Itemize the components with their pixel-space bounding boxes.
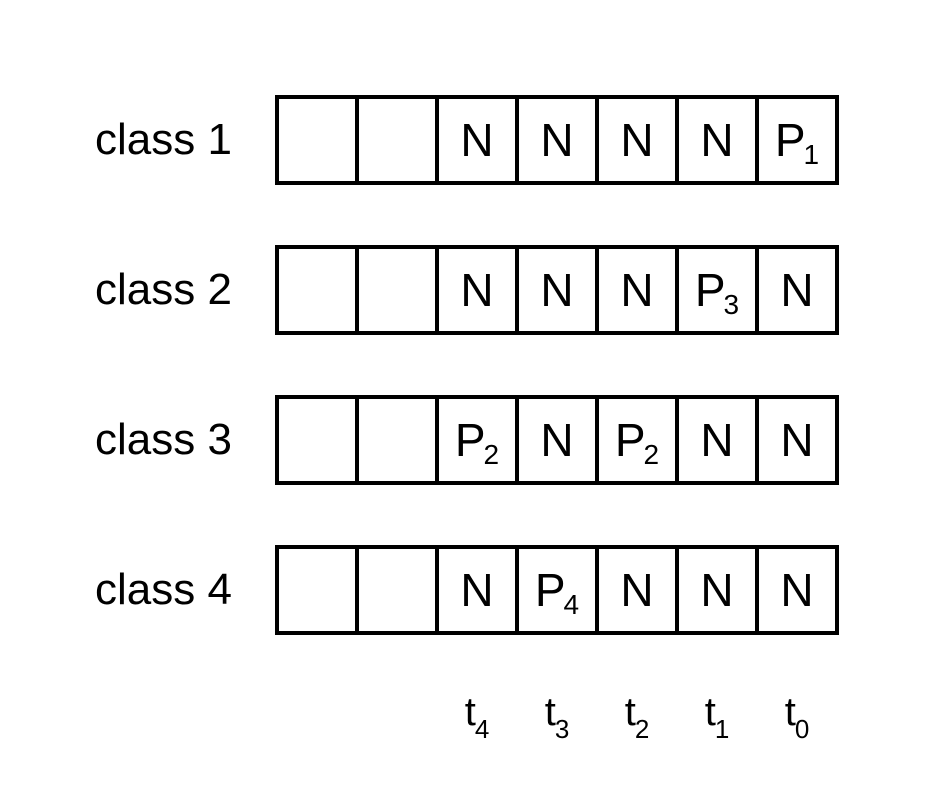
time-label: t3 <box>515 690 599 741</box>
cell: N <box>435 245 519 335</box>
cell: N <box>515 395 599 485</box>
row-label: class 1 <box>95 115 232 165</box>
cell-value: N <box>620 567 653 613</box>
cell-value: N <box>700 567 733 613</box>
cell-strip: P2 N P2 N N <box>275 395 839 485</box>
row-label: class 3 <box>95 415 232 465</box>
cell: N <box>675 545 759 635</box>
cell <box>355 245 439 335</box>
cell-value: N <box>700 417 733 463</box>
row-label: class 4 <box>95 565 232 615</box>
cell: N <box>435 545 519 635</box>
cell-value: N <box>540 267 573 313</box>
cell <box>275 545 359 635</box>
cell: N <box>435 95 519 185</box>
cell: P2 <box>595 395 679 485</box>
row-label: class 2 <box>95 265 232 315</box>
cell: P4 <box>515 545 599 635</box>
time-label: t4 <box>435 690 519 741</box>
cell: N <box>515 95 599 185</box>
cell-value: P2 <box>455 417 499 463</box>
class-row: class 1 N N N N P1 <box>0 95 949 185</box>
cell: N <box>595 545 679 635</box>
cell-value: N <box>620 267 653 313</box>
cell: P3 <box>675 245 759 335</box>
cell-value: P4 <box>535 567 579 613</box>
cell <box>275 395 359 485</box>
cell-value: N <box>620 117 653 163</box>
time-label <box>275 690 359 741</box>
cell: N <box>675 95 759 185</box>
cell-value: P2 <box>615 417 659 463</box>
time-label: t1 <box>675 690 759 741</box>
cell <box>355 395 439 485</box>
cell <box>355 545 439 635</box>
cell <box>355 95 439 185</box>
cell: N <box>675 395 759 485</box>
time-label <box>355 690 439 741</box>
time-label-row: t4t3t2t1t0 <box>275 690 839 741</box>
cell: N <box>595 95 679 185</box>
cell-value: N <box>460 117 493 163</box>
cell: N <box>755 395 839 485</box>
cell <box>275 95 359 185</box>
class-row: class 4 N P4 N N N <box>0 545 949 635</box>
cell-value: N <box>780 417 813 463</box>
class-row: class 2 N N N P3 N <box>0 245 949 335</box>
cell: N <box>755 545 839 635</box>
time-label: t2 <box>595 690 679 741</box>
cell-value: N <box>460 267 493 313</box>
cell: N <box>515 245 599 335</box>
cell-strip: N N N N P1 <box>275 95 839 185</box>
time-label: t0 <box>755 690 839 741</box>
cell <box>275 245 359 335</box>
cell: P1 <box>755 95 839 185</box>
cell-value: P1 <box>775 117 819 163</box>
cell-value: N <box>780 567 813 613</box>
cell-strip: N N N P3 N <box>275 245 839 335</box>
cell-value: N <box>780 267 813 313</box>
class-row: class 3 P2 N P2 N N <box>0 395 949 485</box>
cell: N <box>755 245 839 335</box>
cell-value: N <box>700 117 733 163</box>
cell-value: N <box>540 417 573 463</box>
cell-value: N <box>460 567 493 613</box>
cell-value: N <box>540 117 573 163</box>
cell-strip: N P4 N N N <box>275 545 839 635</box>
cell: N <box>595 245 679 335</box>
cell: P2 <box>435 395 519 485</box>
cell-value: P3 <box>695 267 739 313</box>
